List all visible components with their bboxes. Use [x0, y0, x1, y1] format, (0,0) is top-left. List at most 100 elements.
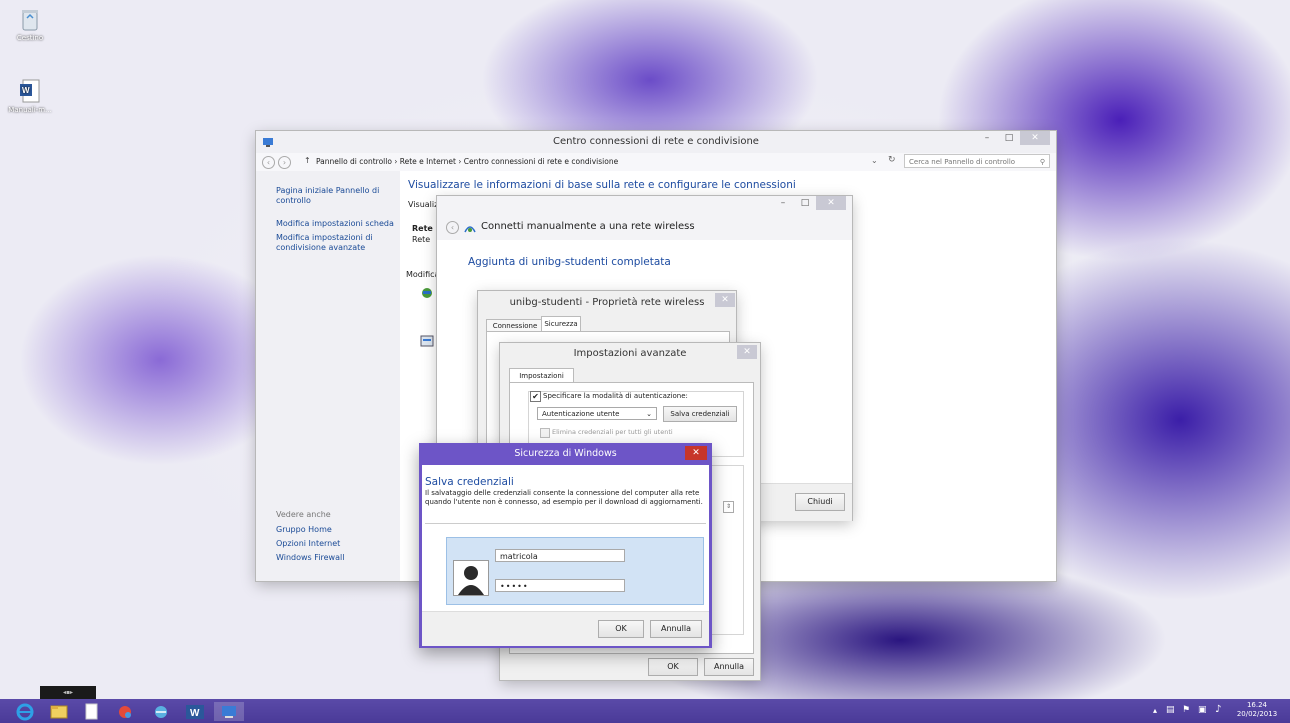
auth-mode-select[interactable]: Autenticazione utente ⌄ [537, 407, 657, 420]
minimize-button[interactable]: – [772, 196, 794, 210]
label-rete: Rete [412, 235, 431, 244]
close-button[interactable]: ✕ [1020, 131, 1050, 145]
wizard-back-icon[interactable]: ‹ [446, 221, 459, 234]
taskbar-thumbnail: ◂▪▸ [40, 686, 96, 699]
close-button[interactable]: ✕ [715, 293, 735, 307]
cancel-button[interactable]: Annulla [704, 658, 754, 676]
word-document-icon: W [18, 78, 42, 104]
see-also-title: Vedere anche [276, 510, 331, 519]
search-input[interactable]: Cerca nel Pannello di controllo ⚲ [904, 154, 1050, 168]
control-panel-icon[interactable] [214, 702, 244, 721]
window-titlebar[interactable]: Centro connessioni di rete e condivision… [256, 131, 1056, 153]
cancel-button[interactable]: Annulla [650, 620, 702, 638]
dialog-title: Sicurezza di Windows [514, 448, 617, 459]
wizard-title: Connetti manualmente a una rete wireless [481, 221, 695, 232]
label-modifica: Modifica [406, 270, 440, 279]
network-status-icon[interactable]: ▣ [1198, 705, 1207, 715]
word-icon[interactable]: W [182, 702, 208, 721]
clock-date: 20/02/2013 [1236, 710, 1278, 718]
desktop-icon-label: Manuali-m... [8, 106, 52, 114]
flag-icon[interactable]: ⚑ [1182, 705, 1190, 715]
close-button[interactable]: ✕ [685, 446, 707, 460]
security-heading: Salva credenziali [425, 476, 514, 488]
breadcrumb-item[interactable]: Rete e Internet [400, 157, 456, 166]
search-icon[interactable]: ⚲ [1040, 155, 1045, 169]
password-field[interactable]: ••••• [495, 579, 625, 592]
security-dialog-body: Salva credenziali Il salvataggio delle c… [422, 465, 709, 646]
ok-button[interactable]: OK [598, 620, 644, 638]
windows-security-dialog: Sicurezza di Windows ✕ Salva credenziali… [419, 443, 712, 648]
close-button[interactable]: ✕ [737, 345, 757, 359]
maximize-button[interactable]: □ [998, 131, 1020, 145]
breadcrumb-item[interactable]: Pannello di controllo [316, 157, 392, 166]
tab-sicurezza[interactable]: Sicurezza [541, 316, 581, 332]
wizard-header: ‹ Connetti manualmente a una rete wirele… [437, 214, 852, 240]
troubleshoot-icon[interactable] [420, 334, 434, 350]
divider [425, 523, 706, 524]
tab-8021x[interactable]: Impostazioni 802.1X [509, 368, 574, 394]
wireless-network-icon [463, 220, 477, 236]
back-icon[interactable]: ‹ [262, 156, 275, 169]
close-button[interactable]: ✕ [816, 196, 846, 210]
refresh-icon[interactable]: ↻ [888, 155, 896, 165]
close-wizard-button[interactable]: Chiudi [795, 493, 845, 511]
keyboard-icon[interactable]: ▤ [1166, 705, 1175, 715]
up-icon[interactable]: ↑ [304, 156, 311, 165]
window-title: Centro connessioni di rete e condivision… [553, 136, 759, 147]
delete-credentials-checkbox[interactable] [540, 428, 550, 438]
dialog-titlebar[interactable]: Sicurezza di Windows [419, 443, 712, 465]
security-footer: OK Annulla [422, 611, 709, 646]
sidebar-link-homegroup[interactable]: Gruppo Home [276, 525, 332, 534]
sidebar-link-adapter[interactable]: Modifica impostazioni scheda [276, 219, 396, 228]
password-value: ••••• [500, 582, 529, 591]
spinner-icon[interactable]: ⇕ [723, 501, 734, 513]
chevron-down-icon: ⌄ [646, 410, 652, 418]
credential-tile: matricola ••••• [446, 537, 704, 605]
desktop-icon-word-document[interactable]: W Manuali-m... [5, 78, 55, 114]
avatar [453, 560, 489, 596]
network-setup-icon[interactable] [420, 286, 434, 302]
auth-mode-value: Autenticazione utente [542, 410, 620, 418]
username-value: matricola [500, 552, 538, 561]
dropdown-chevron-icon[interactable]: ⌄ [871, 156, 878, 165]
maximize-button[interactable]: □ [794, 196, 816, 210]
sidebar: Pagina iniziale Pannello di controllo Mo… [256, 171, 400, 581]
paint-icon[interactable] [112, 702, 138, 721]
wizard-titlebar[interactable]: – □ ✕ [437, 196, 852, 214]
taskbar: W ▴ ▤ ⚑ ▣ ♪ 16.24 20/02/2013 [0, 699, 1290, 723]
wizard-controls: – □ ✕ [772, 196, 846, 214]
sidebar-link-home[interactable]: Pagina iniziale Pannello di controllo [276, 186, 386, 206]
sidebar-link-firewall[interactable]: Windows Firewall [276, 553, 344, 562]
sidebar-link-internet-options[interactable]: Opzioni Internet [276, 539, 340, 548]
auth-checkbox[interactable]: ✔ [530, 391, 541, 402]
desktop-icon-label: Cestino [16, 34, 44, 42]
window-controls: – □ ✕ [976, 131, 1050, 149]
show-hidden-icons-icon[interactable]: ▴ [1153, 706, 1157, 715]
clock[interactable]: 16.24 20/02/2013 [1232, 701, 1282, 719]
network-icon[interactable] [148, 702, 174, 721]
search-placeholder: Cerca nel Pannello di controllo [909, 158, 1016, 166]
dialog-title: unibg-studenti - Proprietà rete wireless [509, 297, 705, 308]
svg-text:W: W [190, 708, 200, 719]
dialog-titlebar[interactable]: unibg-studenti - Proprietà rete wireless [478, 291, 736, 313]
breadcrumb[interactable]: Pannello di controllo › Rete e Internet … [316, 154, 886, 169]
page-heading: Visualizzare le informazioni di base sul… [408, 179, 796, 191]
auth-checkbox-label: Specificare la modalità di autenticazion… [543, 392, 691, 400]
sidebar-link-sharing[interactable]: Modifica impostazioni di condivisione av… [276, 233, 386, 253]
ok-button[interactable]: OK [648, 658, 698, 676]
navigation-bar: ‹ › ↑ Pannello di controllo › Rete e Int… [256, 153, 1056, 171]
dialog-titlebar[interactable]: Impostazioni avanzate [500, 343, 760, 365]
delete-credentials-label: Elimina credenziali per tutti gli utenti [552, 428, 673, 436]
svg-text:W: W [22, 86, 30, 95]
save-credentials-button[interactable]: Salva credenziali [663, 406, 737, 422]
breadcrumb-item[interactable]: Centro connessioni di rete e condivision… [464, 157, 618, 166]
volume-icon[interactable]: ♪ [1215, 704, 1221, 715]
username-field[interactable]: matricola [495, 549, 625, 562]
label-rete-bold: Rete [412, 224, 433, 233]
desktop-icon-recycle-bin[interactable]: Cestino [5, 6, 55, 42]
document-icon[interactable] [78, 702, 104, 721]
forward-icon[interactable]: › [278, 156, 291, 169]
minimize-button[interactable]: – [976, 131, 998, 145]
internet-explorer-icon[interactable] [12, 702, 38, 721]
file-explorer-icon[interactable] [46, 702, 72, 721]
